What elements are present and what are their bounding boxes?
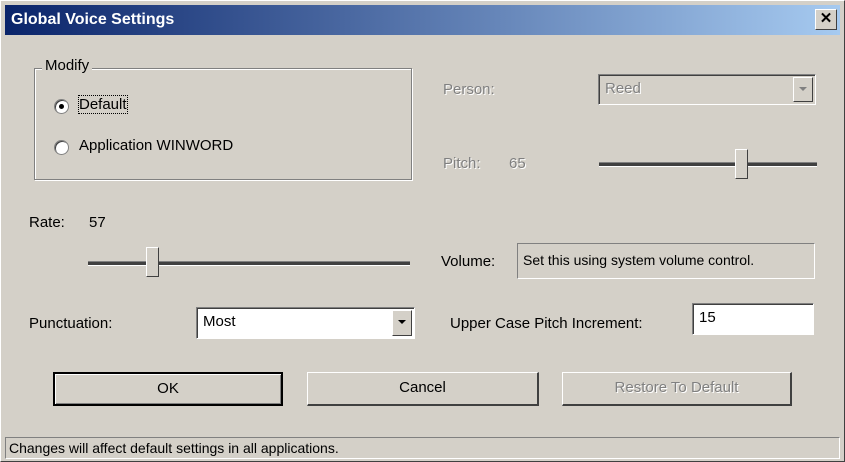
upper-case-pitch-increment-input[interactable]: 15 <box>692 303 814 335</box>
punctuation-label: Punctuation: <box>29 315 113 332</box>
status-bar: Changes will affect default settings in … <box>5 437 840 459</box>
close-button[interactable]: ✕ <box>815 9 837 30</box>
modify-group <box>34 68 412 180</box>
volume-info-text: Set this using system volume control. <box>523 252 755 268</box>
restore-to-default-button-label: Restore To Default <box>614 379 739 396</box>
pitch-slider-track <box>599 162 817 167</box>
ok-button-label: OK <box>157 380 179 397</box>
default-radio-label[interactable]: Default <box>78 95 128 114</box>
person-select-value: Reed <box>605 80 641 97</box>
restore-to-default-button[interactable]: Restore To Default <box>562 372 792 406</box>
global-voice-settings-dialog: Global Voice Settings ✕ Modify Default A… <box>0 0 845 462</box>
modify-legend: Modify <box>42 57 93 74</box>
ok-button[interactable]: OK <box>53 372 283 406</box>
status-text: Changes will affect default settings in … <box>9 440 339 456</box>
title-bar: Global Voice Settings ✕ <box>5 5 840 35</box>
person-label: Person: <box>443 81 495 98</box>
rate-slider-track <box>88 261 410 266</box>
rate-label: Rate: <box>29 214 65 231</box>
window-title: Global Voice Settings <box>11 11 175 28</box>
cancel-button[interactable]: Cancel <box>307 372 539 406</box>
person-select[interactable]: Reed <box>598 74 816 105</box>
pitch-value: 65 <box>509 155 526 172</box>
cancel-button-label: Cancel <box>399 379 446 396</box>
pitch-label: Pitch: <box>443 155 481 172</box>
close-icon: ✕ <box>819 10 833 27</box>
chevron-down-icon[interactable] <box>793 77 813 102</box>
rate-slider-thumb[interactable] <box>146 247 159 277</box>
default-radio[interactable] <box>54 99 69 114</box>
upper-case-pitch-increment-value: 15 <box>699 309 716 326</box>
punctuation-select-value: Most <box>203 313 236 330</box>
volume-info-box: Set this using system volume control. <box>517 243 815 279</box>
volume-label: Volume: <box>441 253 496 270</box>
chevron-down-icon[interactable] <box>392 310 412 336</box>
application-winword-radio-label[interactable]: Application WINWORD <box>79 137 233 154</box>
punctuation-select[interactable]: Most <box>196 307 415 339</box>
application-winword-radio[interactable] <box>54 140 69 155</box>
rate-value: 57 <box>89 214 106 231</box>
upper-case-pitch-increment-label: Upper Case Pitch Increment: <box>450 315 643 332</box>
pitch-slider-thumb[interactable] <box>735 149 748 179</box>
